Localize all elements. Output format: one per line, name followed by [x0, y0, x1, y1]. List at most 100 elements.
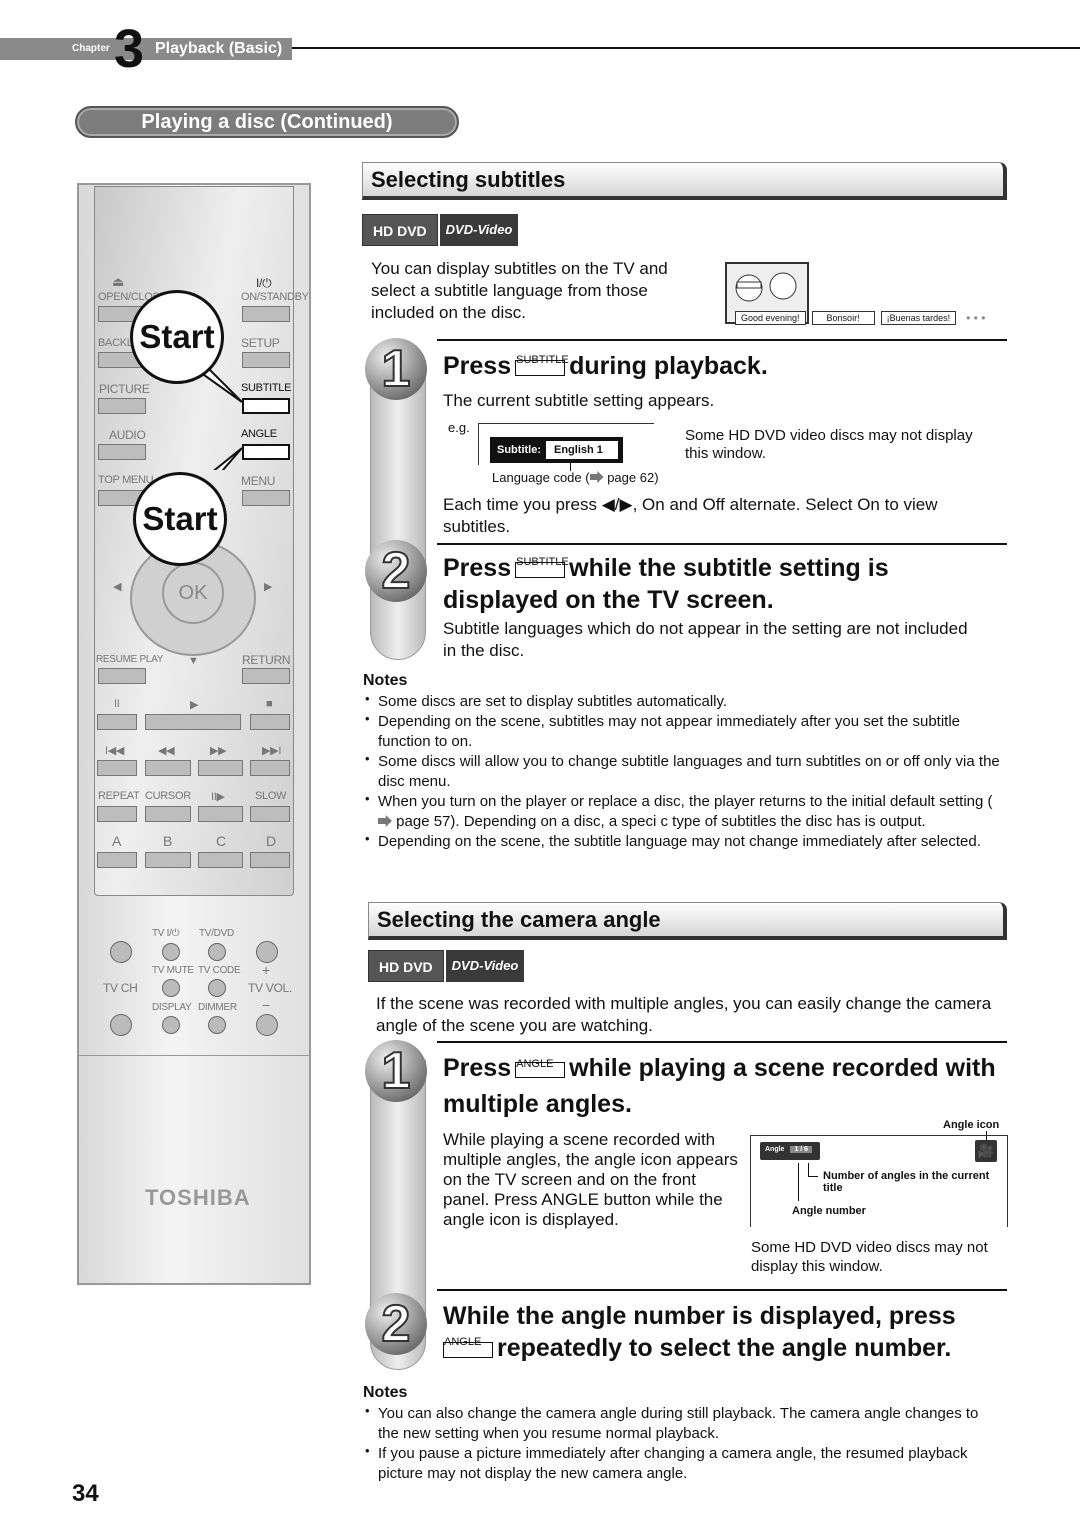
- angle-intro: If the scene was recorded with multiple …: [376, 994, 992, 1035]
- d-button[interactable]: [250, 852, 290, 868]
- caption-english: Good evening!: [735, 311, 806, 325]
- left-arrow-icon: ◀: [113, 581, 122, 593]
- angle-step-2-heading: While the angle number is displayed, pre…: [443, 1300, 1013, 1364]
- note: When you turn on the player or replace a…: [363, 789, 1003, 832]
- angle-key-icon: ANGLE: [443, 1336, 493, 1358]
- rewind-button[interactable]: [145, 760, 191, 776]
- stop-button[interactable]: [250, 714, 290, 730]
- key-label: ANGLE: [444, 1336, 482, 1348]
- play-button[interactable]: [145, 714, 241, 730]
- step-1-description: The current subtitle setting appears.: [443, 391, 715, 410]
- tv-mute-button[interactable]: [162, 979, 180, 997]
- cursor-label: CURSOR: [145, 790, 191, 802]
- top-menu-label: TOP MENU: [98, 474, 154, 486]
- picture-button[interactable]: [98, 398, 146, 414]
- tv-vol-down-button[interactable]: [256, 1014, 278, 1036]
- fast-forward-button[interactable]: [198, 760, 243, 776]
- osd-label: Angle: [765, 1146, 785, 1153]
- resume-play-button[interactable]: [98, 668, 146, 684]
- picture-label: PICTURE: [99, 382, 150, 396]
- step-rule: [437, 339, 1007, 341]
- right-arrow-icon: ▶: [264, 581, 273, 593]
- ok-button[interactable]: OK: [162, 562, 224, 624]
- note-text: When you turn on the player or replace a…: [378, 793, 993, 810]
- c-label: C: [216, 833, 226, 849]
- tv-code-button[interactable]: [208, 979, 226, 997]
- callout-line: [808, 1163, 818, 1177]
- subtitles-disc-badges: HD DVD DVD-Video: [362, 214, 519, 246]
- angle-number-label: Angle number: [792, 1205, 866, 1217]
- page-reference-icon: [378, 815, 392, 827]
- step-text: displayed on the TV screen.: [443, 586, 774, 614]
- chapter-label: Chapter: [72, 43, 110, 54]
- note: Depending on the scene, subtitles may no…: [363, 709, 1003, 752]
- stop-icon: ■: [266, 698, 273, 710]
- c-button[interactable]: [198, 852, 243, 868]
- menu-button[interactable]: [242, 490, 290, 506]
- cursor-button[interactable]: [145, 806, 191, 822]
- pause-icon: II: [114, 698, 120, 710]
- tv-dvd-button[interactable]: [208, 943, 226, 961]
- tv-code-label: TV CODE: [198, 965, 241, 976]
- step-icon: II▶: [211, 791, 225, 803]
- down-arrow-icon: ▼: [188, 655, 199, 667]
- key-label: SUBTITLE: [516, 556, 569, 568]
- angle-icon-label: Angle icon: [943, 1119, 1000, 1131]
- skip-forward-button[interactable]: [250, 760, 290, 776]
- plus-icon: +: [262, 962, 270, 978]
- dimmer-button[interactable]: [208, 1016, 226, 1034]
- toshiba-logo: TOSHIBA: [145, 1185, 251, 1210]
- note: Some discs are set to display subtitles …: [363, 689, 1003, 712]
- remote-divider: [77, 1055, 311, 1056]
- chapter-number: 3: [114, 19, 145, 79]
- header-rule: [292, 47, 1080, 49]
- hd-dvd-badge: HD DVD: [368, 950, 444, 982]
- audio-label: AUDIO: [109, 428, 146, 442]
- return-button[interactable]: [242, 668, 290, 684]
- skip-back-button[interactable]: [97, 760, 137, 776]
- num-angles-label: Number of angles in the current title: [823, 1170, 990, 1194]
- audio-button[interactable]: [98, 444, 146, 460]
- on-standby-button[interactable]: [242, 306, 290, 322]
- ref-text: page 62): [603, 470, 659, 485]
- slow-button[interactable]: [250, 806, 290, 822]
- step-text: while playing a scene recorded with: [569, 1054, 996, 1082]
- angle-notes: You can also change the camera angle dur…: [363, 1401, 983, 1484]
- step-rule: [437, 1289, 1007, 1291]
- osd-label: Subtitle:: [497, 444, 541, 456]
- hd-dvd-badge: HD DVD: [362, 214, 438, 246]
- dvd-video-badge: DVD-Video: [445, 950, 525, 982]
- tv-vol-label: TV VOL.: [248, 981, 292, 995]
- angle-disc-badges: HD DVD DVD-Video: [368, 950, 525, 982]
- repeat-button[interactable]: [97, 806, 137, 822]
- tv-ch-down-button[interactable]: [110, 1014, 132, 1036]
- press-text: Press: [443, 554, 512, 582]
- tv-vol-up-button[interactable]: [256, 941, 278, 963]
- callout-line: [798, 1163, 799, 1201]
- a-button[interactable]: [97, 852, 137, 868]
- step-button[interactable]: [198, 806, 243, 822]
- display-label: DISPLAY: [152, 1002, 192, 1013]
- subtitles-intro: You can display subtitles on the TV and …: [371, 259, 668, 322]
- on-standby-label: ON/STANDBY: [241, 291, 309, 303]
- tv-ch-up-button[interactable]: [110, 941, 132, 963]
- subtitle-captions: Good evening! Bonsoir! ¡Buenas tardes! •…: [735, 311, 985, 325]
- step-text: while the subtitle setting is: [569, 554, 889, 582]
- chapter-title: Playback (Basic): [155, 40, 283, 57]
- note: Depending on the scene, the subtitle lan…: [363, 829, 1003, 852]
- b-button[interactable]: [145, 852, 191, 868]
- on-off-instruction: Each time you press ◀/▶, On and Off alte…: [443, 495, 938, 536]
- step-text: multiple angles.: [443, 1090, 632, 1118]
- subtitle-key-icon: SUBTITLE: [515, 354, 569, 376]
- repeat-label: REPEAT: [98, 790, 140, 802]
- display-button[interactable]: [162, 1016, 180, 1034]
- dimmer-label: DIMMER: [198, 1002, 237, 1013]
- minus-icon: −: [262, 997, 270, 1013]
- rewind-icon: ◀◀: [158, 745, 175, 757]
- pause-button[interactable]: [97, 714, 137, 730]
- play-icon: ▶: [190, 699, 199, 711]
- fast-forward-icon: ▶▶: [210, 745, 227, 757]
- angle-step-1-description: While playing a scene recorded with mult…: [443, 1130, 738, 1229]
- press-text: Press: [443, 352, 512, 380]
- tv-power-button[interactable]: [162, 943, 180, 961]
